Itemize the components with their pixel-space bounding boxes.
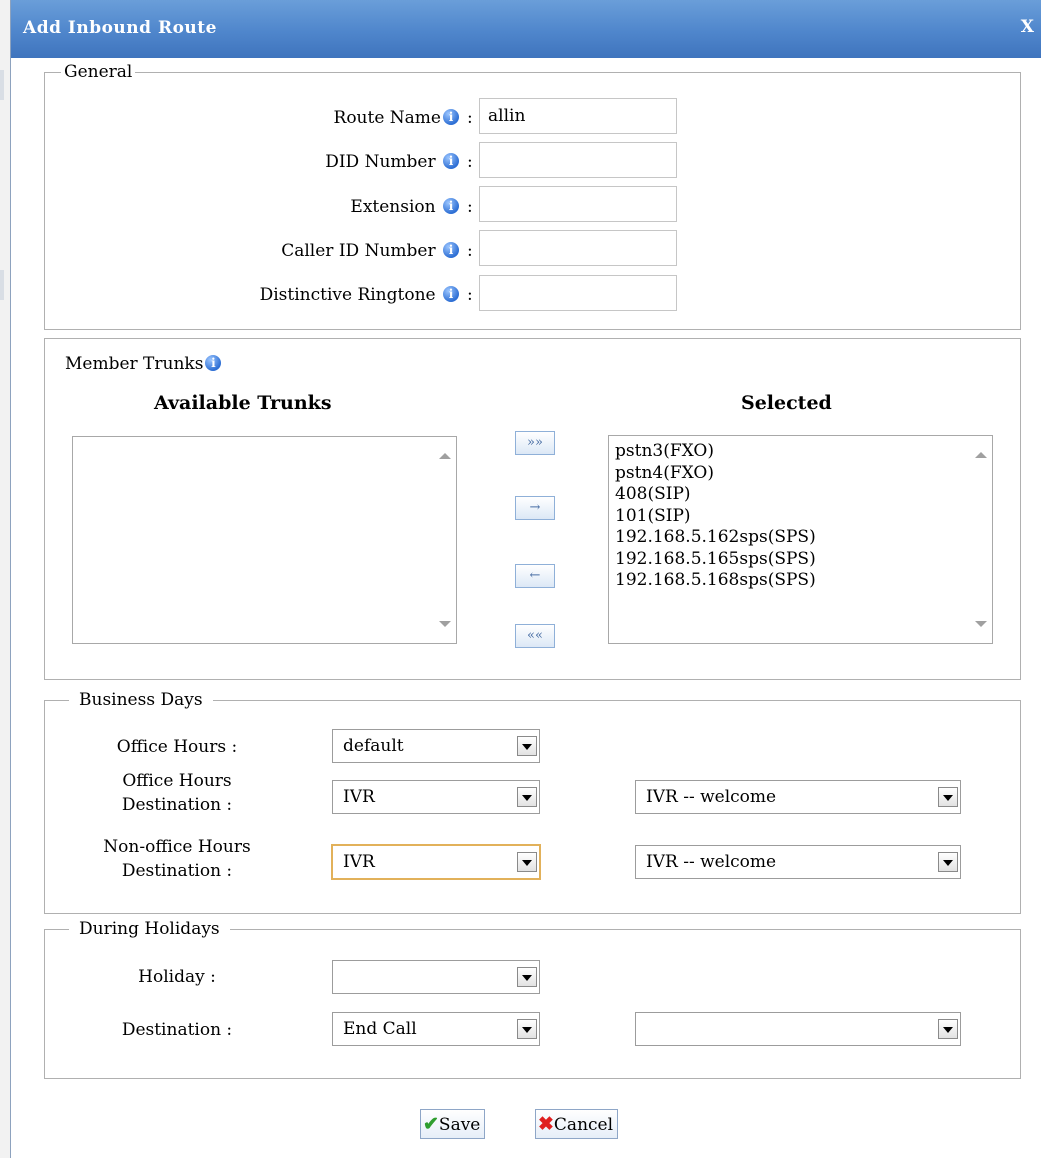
chevron-down-icon[interactable]: [938, 1019, 958, 1039]
caller-id-number-label: Caller ID Number i: [281, 241, 459, 261]
route-name-input[interactable]: allin: [479, 98, 677, 134]
nonoffice-value: IVR -- welcome: [646, 852, 777, 872]
chevron-down-icon[interactable]: [938, 787, 958, 807]
x-icon: ✖: [538, 1113, 554, 1135]
scroll-up-icon[interactable]: [975, 452, 987, 458]
route-name-label: Route Name i: [334, 108, 459, 128]
office-hours-label: Office Hours :: [116, 737, 238, 757]
business-days-legend: Business Days: [79, 690, 203, 710]
extension-label: Extension i: [350, 197, 459, 217]
holiday-destination-type-select[interactable]: End Call: [332, 1012, 540, 1046]
chevron-down-icon[interactable]: [517, 736, 537, 756]
non-office-hours-destination-label: Non-office Hours Destination :: [69, 835, 285, 883]
selected-trunks-list[interactable]: pstn3(FXO) pstn4(FXO) 408(SIP) 101(SIP) …: [608, 435, 993, 644]
available-trunks-title: Available Trunks: [154, 392, 332, 414]
selected-trunks-title: Selected: [741, 392, 832, 414]
holiday-select[interactable]: [332, 960, 540, 994]
scroll-up-icon[interactable]: [439, 453, 451, 459]
scrollbar[interactable]: [434, 437, 456, 643]
list-item[interactable]: 192.168.5.168sps(SPS): [609, 570, 992, 592]
save-button[interactable]: ✔Save: [420, 1109, 486, 1139]
colon: :: [467, 285, 473, 305]
chevron-down-icon[interactable]: [938, 852, 958, 872]
cancel-button[interactable]: ✖Cancel: [535, 1109, 619, 1139]
office-dest-label-line1: Office Hours: [122, 771, 232, 791]
remove-all-trunks-button[interactable]: ««: [515, 624, 555, 648]
distinctive-ringtone-input[interactable]: [479, 275, 677, 311]
nonoffice-label-line1: Non-office Hours: [103, 837, 251, 857]
info-icon[interactable]: i: [443, 242, 459, 258]
add-all-trunks-button[interactable]: »»: [515, 431, 555, 455]
scroll-down-icon[interactable]: [439, 621, 451, 627]
did-number-label-text: DID Number: [325, 152, 436, 172]
during-holidays-fieldset: During Holidays: [44, 919, 1021, 1079]
info-icon[interactable]: i: [205, 355, 222, 371]
list-item[interactable]: pstn4(FXO): [609, 463, 992, 485]
scroll-down-icon[interactable]: [975, 621, 987, 627]
office-hours-destination-type-select[interactable]: IVR: [332, 780, 540, 814]
background-edge-segment: [0, 70, 4, 100]
ringtone-label-text: Distinctive Ringtone: [259, 285, 436, 305]
during-holidays-legend: During Holidays: [79, 919, 220, 939]
list-item[interactable]: 192.168.5.162sps(SPS): [609, 527, 992, 549]
info-icon[interactable]: i: [443, 153, 459, 169]
dialog-title: Add Inbound Route: [23, 18, 217, 38]
member-trunks-label: Member Trunks i: [65, 354, 222, 374]
office-hours-select[interactable]: default: [332, 729, 540, 763]
extension-label-text: Extension: [350, 197, 436, 217]
nonoffice-label-line2: Destination :: [121, 861, 233, 881]
info-icon[interactable]: i: [443, 286, 459, 302]
add-inbound-route-dialog: Add Inbound Route X General Route Name i …: [10, 0, 1041, 1158]
scrollbar[interactable]: [970, 436, 992, 643]
close-icon[interactable]: X: [1021, 17, 1034, 37]
non-office-hours-destination-type-select[interactable]: IVR: [331, 844, 541, 880]
office-dest-type-value: IVR: [343, 787, 375, 807]
list-item[interactable]: 408(SIP): [609, 484, 992, 506]
holiday-destination-label: Destination :: [121, 1020, 233, 1040]
list-item[interactable]: 192.168.5.165sps(SPS): [609, 549, 992, 571]
chevron-down-icon[interactable]: [517, 787, 537, 807]
general-legend: General: [64, 62, 133, 82]
chevron-down-icon[interactable]: [517, 967, 537, 987]
cancel-label: Cancel: [553, 1115, 614, 1135]
member-trunks-label-text: Member Trunks: [65, 354, 204, 374]
list-item[interactable]: 101(SIP): [609, 506, 992, 528]
colon: :: [467, 108, 473, 128]
check-icon: ✔: [423, 1113, 439, 1135]
caller-id-label-text: Caller ID Number: [281, 241, 436, 261]
info-icon[interactable]: i: [443, 109, 459, 125]
save-label: Save: [438, 1115, 481, 1135]
dialog-titlebar[interactable]: Add Inbound Route X: [11, 0, 1041, 58]
non-office-hours-destination-select[interactable]: IVR -- welcome: [635, 845, 961, 879]
office-hours-destination-label: Office Hours Destination :: [77, 769, 277, 817]
colon: :: [467, 197, 473, 217]
office-hours-destination-select[interactable]: IVR -- welcome: [635, 780, 961, 814]
colon: :: [467, 241, 473, 261]
extension-input[interactable]: [479, 186, 677, 222]
holiday-destination-select[interactable]: [635, 1012, 961, 1046]
office-dest-label-line2: Destination :: [121, 795, 233, 815]
did-number-input[interactable]: [479, 142, 677, 178]
holiday-dest-type-value: End Call: [343, 1019, 417, 1039]
chevron-down-icon[interactable]: [517, 1019, 537, 1039]
background-edge-segment: [0, 270, 4, 300]
available-trunks-list[interactable]: [72, 436, 457, 644]
info-icon[interactable]: i: [443, 198, 459, 214]
route-name-label-text: Route Name: [333, 108, 441, 128]
distinctive-ringtone-label: Distinctive Ringtone i: [260, 285, 459, 305]
add-trunk-button[interactable]: →: [515, 496, 555, 520]
holiday-label: Holiday :: [138, 967, 216, 987]
remove-trunk-button[interactable]: ←: [515, 564, 555, 588]
chevron-down-icon[interactable]: [517, 852, 537, 872]
did-number-label: DID Number i: [325, 152, 459, 172]
caller-id-number-input[interactable]: [479, 230, 677, 266]
colon: :: [467, 152, 473, 172]
nonoffice-type-value: IVR: [343, 852, 375, 872]
office-dest-value: IVR -- welcome: [646, 787, 777, 807]
list-item[interactable]: pstn3(FXO): [609, 441, 992, 463]
office-hours-value: default: [343, 736, 404, 756]
